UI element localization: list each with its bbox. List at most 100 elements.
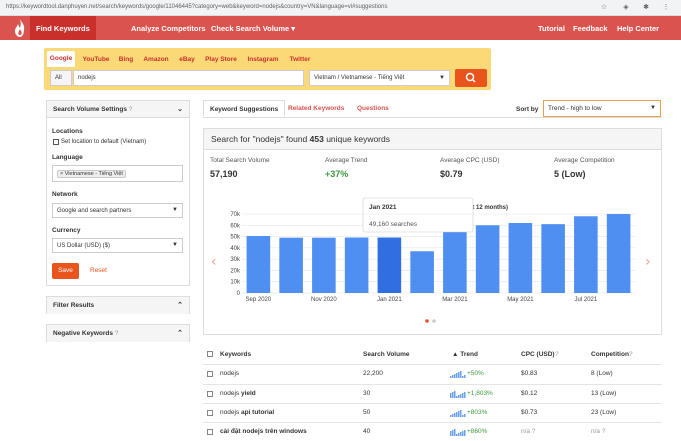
extension-icon[interactable]: ◈ [622, 4, 630, 12]
heading-suffix: unique keywords [323, 134, 390, 144]
sparkline-bar [450, 431, 452, 436]
trend-cell: +50% [467, 370, 484, 377]
set-default-checkbox[interactable] [53, 139, 59, 145]
tab-bing[interactable]: Bing [116, 53, 136, 66]
help-icon[interactable]: ? [555, 351, 559, 358]
tab-google[interactable]: Google [47, 51, 75, 67]
competition-cell: 13 (Low) [591, 390, 617, 397]
row-checkbox[interactable] [207, 391, 213, 397]
results-heading: Search for "nodejs" found 453 unique key… [204, 129, 661, 150]
location-select[interactable]: Vietnam / Vietnamese - Tiếng Việt ▼ [309, 70, 450, 86]
x-tick-label: Nov 2020 [311, 297, 337, 303]
reset-link[interactable]: Reset [90, 267, 107, 274]
network-select[interactable]: Google and search partners ▼ [52, 203, 183, 218]
cpc-cell: $0.73 [521, 409, 538, 416]
help-icon[interactable]: ? [129, 106, 133, 113]
carousel-dot [432, 319, 436, 323]
nav-analyze-competitors[interactable]: Analyze Competitors [131, 24, 206, 33]
y-tick-label: 30k [230, 257, 241, 263]
chevron-down-icon: ▼ [172, 242, 178, 248]
keyword-cell[interactable]: nodejs [220, 370, 239, 377]
panel-header[interactable]: Search Volume Settings ? ⌄ [47, 101, 189, 118]
top-navbar: Find Keywords Analyze Competitors Check … [0, 16, 681, 40]
search-button[interactable] [455, 69, 487, 87]
y-tick-label: 40k [230, 246, 241, 252]
chart-bar [541, 224, 565, 293]
currency-label: Currency [52, 227, 81, 234]
network-label: Network [52, 191, 78, 198]
keyword-cell[interactable]: nodejs api tutorial [220, 409, 274, 416]
keyword-cell[interactable]: nodejs yield [220, 390, 256, 397]
scope-select[interactable]: All [50, 70, 72, 86]
sparkline-bar [458, 395, 460, 398]
volume-cell: 30 [363, 390, 371, 397]
tab-twitter[interactable]: Twitter [286, 53, 314, 66]
col-competition[interactable]: Competition [591, 351, 629, 358]
result-count: 453 [309, 134, 324, 144]
sort-select[interactable]: Trend - high to low ▼ [543, 100, 661, 117]
nav-help-center[interactable]: Help Center [617, 24, 659, 33]
nav-feedback[interactable]: Feedback [573, 24, 608, 33]
x-tick-label: Sep 2020 [246, 297, 272, 303]
negative-keywords-panel[interactable]: Negative Keywords ? ⌃ [46, 324, 190, 342]
keyword-text: nodejs [220, 409, 241, 416]
star-icon[interactable]: ☆ [600, 4, 608, 12]
chevron-down-icon: ▼ [172, 207, 178, 213]
language-chip[interactable]: × Vietnamese - Tiếng Việt [57, 170, 126, 178]
chevron-down-icon: ▼ [439, 75, 445, 81]
tab-amazon[interactable]: Amazon [141, 53, 171, 66]
currency-select[interactable]: US Dollar (USD) ($) ▼ [52, 238, 183, 253]
col-trend[interactable]: ▲ Trend [452, 351, 478, 358]
stat-value-cpc: $0.79 [440, 169, 463, 179]
tab-related-keywords[interactable]: Related Keywords [282, 100, 350, 117]
row-checkbox[interactable] [207, 410, 213, 416]
select-all-checkbox[interactable] [207, 351, 213, 357]
col-keywords[interactable]: Keywords [220, 351, 251, 358]
help-icon[interactable]: ? [115, 330, 119, 337]
sparkline-bar [464, 375, 466, 378]
panel-header[interactable]: Negative Keywords ? ⌃ [47, 325, 189, 342]
nav-tutorial[interactable]: Tutorial [538, 24, 565, 33]
puzzle-icon[interactable]: ✱ [642, 4, 650, 12]
sparkline-bar [464, 392, 466, 398]
chevron-up-icon[interactable]: ⌃ [177, 329, 183, 337]
nav-find-keywords[interactable]: Find Keywords [30, 16, 96, 40]
panel-header[interactable]: Filter Results ⌃ [47, 297, 189, 314]
network-value: Google and search partners [57, 208, 132, 214]
tab-play-store[interactable]: Play Store [203, 53, 239, 66]
url-text[interactable]: https://keywordtool.danphuyen.net/search… [6, 4, 387, 10]
panel-title: Negative Keywords [53, 330, 113, 337]
browser-url-bar[interactable]: https://keywordtool.danphuyen.net/search… [0, 0, 681, 16]
chevron-down-icon[interactable]: ⌄ [177, 105, 183, 113]
table-row[interactable]: nodejs api tutorial 50 +803% $0.73 23 (Low) [203, 403, 662, 422]
help-icon[interactable]: ? [629, 351, 633, 358]
y-tick-label: 10k [230, 280, 241, 286]
sparkline-bar [462, 393, 464, 398]
sparkline-bar [452, 414, 454, 417]
flame-logo-icon[interactable] [14, 19, 26, 37]
tab-ebay[interactable]: eBay [176, 53, 198, 66]
tooltip-text: 49,160 searches [369, 221, 418, 228]
row-checkbox[interactable] [207, 429, 213, 435]
y-tick-label: 20k [230, 268, 241, 274]
table-row[interactable]: nodejs yield 30 +1,803% $0.12 13 (Low) [203, 384, 662, 403]
table-row[interactable]: nodejs 22,200 +50% $0.83 8 (Low) [203, 364, 662, 383]
keyword-cell[interactable]: cài đặt nodejs trên windows [220, 428, 307, 435]
keyword-input[interactable]: nodejs [73, 70, 304, 86]
tab-questions[interactable]: Questions [351, 100, 395, 117]
col-cpc[interactable]: CPC (USD) [521, 351, 555, 358]
table-row[interactable]: cài đặt nodejs trên windows 40 +860% n/a ? n… [203, 422, 662, 441]
col-search-volume[interactable]: Search Volume [363, 351, 409, 358]
cpc-cell: $0.83 [521, 370, 538, 377]
language-field[interactable]: × Vietnamese - Tiếng Việt [52, 165, 183, 182]
menu-icon[interactable]: ⋮ [662, 4, 670, 12]
tab-keyword-suggestions[interactable]: Keyword Suggestions [203, 100, 286, 117]
row-checkbox[interactable] [207, 371, 213, 377]
chevron-up-icon[interactable]: ⌃ [177, 301, 183, 309]
save-button[interactable]: Save [52, 263, 79, 279]
keyword-text: nodejs [220, 390, 241, 397]
nav-check-search-volume[interactable]: Check Search Volume ▾ [211, 24, 295, 33]
filter-results-panel[interactable]: Filter Results ⌃ [46, 296, 190, 314]
tab-youtube[interactable]: YouTube [80, 53, 112, 66]
tab-instagram[interactable]: Instagram [244, 53, 282, 66]
